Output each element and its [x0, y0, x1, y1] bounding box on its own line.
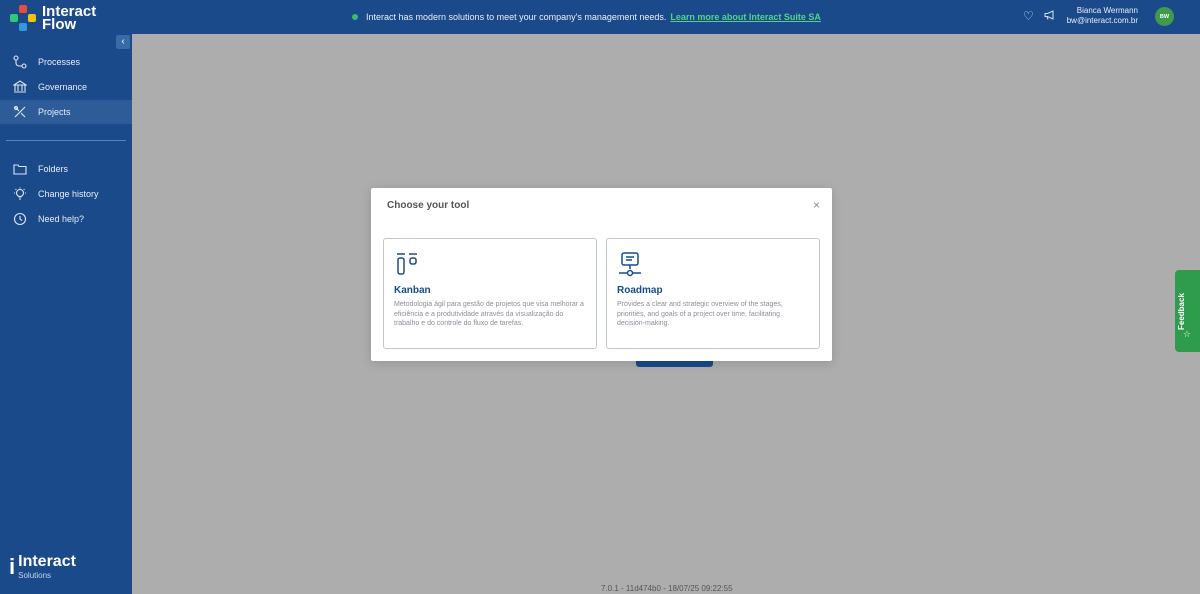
- choose-tool-modal: Choose your tool × Kanban Metodologia ág…: [371, 188, 832, 361]
- interact-solutions-logo: i Interact Solutions: [9, 553, 76, 581]
- star-icon: ☆: [1183, 329, 1192, 339]
- sidebar-item-label: Governance: [38, 82, 88, 92]
- topbar: Interact has modern solutions to meet yo…: [132, 0, 1200, 34]
- app-logo[interactable]: Interact Flow: [10, 4, 96, 32]
- version-label: 7.0.1 - 11d474b0 - 18/07/25 09:22:55: [601, 584, 733, 593]
- governance-icon: [13, 80, 27, 94]
- sidebar-item-change-history[interactable]: Change history: [0, 182, 132, 206]
- user-info[interactable]: Bianca Wermann bw@interact.com.br: [1067, 6, 1138, 26]
- sidebar-item-projects[interactable]: Projects: [0, 100, 132, 124]
- avatar[interactable]: BW: [1155, 7, 1174, 26]
- user-email: bw@interact.com.br: [1066, 16, 1138, 25]
- feedback-label: Feedback: [1177, 293, 1186, 330]
- announcement-text: Interact has modern solutions to meet yo…: [366, 12, 667, 22]
- feedback-tab[interactable]: ☆ Feedback: [1175, 270, 1200, 352]
- kanban-description: Metodologia ágil para gestão de projetos…: [394, 301, 584, 327]
- roadmap-icon: [617, 251, 809, 277]
- sidebar: Interact Flow ‹ Processes Governance Pro…: [0, 0, 132, 594]
- processes-icon: [13, 55, 27, 69]
- footer-brand: Interact: [18, 553, 76, 570]
- sidebar-item-need-help[interactable]: Need help?: [0, 207, 132, 231]
- sidebar-item-label: Processes: [38, 57, 81, 67]
- announcement-banner: Interact has modern solutions to meet yo…: [352, 0, 821, 34]
- modal-title: Choose your tool: [387, 200, 470, 211]
- folder-icon: [13, 162, 27, 176]
- projects-icon: [13, 105, 27, 119]
- sidebar-item-label: Projects: [38, 107, 71, 117]
- sidebar-item-processes[interactable]: Processes: [0, 50, 132, 74]
- collapse-sidebar-button[interactable]: ‹: [116, 35, 130, 49]
- sidebar-item-label: Change history: [38, 189, 99, 199]
- lightbulb-icon: [13, 187, 27, 201]
- sidebar-item-folders[interactable]: Folders: [0, 157, 132, 181]
- logo-icon: [10, 5, 36, 31]
- sidebar-divider: [6, 140, 126, 141]
- history-icon: [13, 212, 27, 226]
- sidebar-item-label: Need help?: [38, 214, 85, 224]
- roadmap-card[interactable]: Roadmap Provides a clear and strategic o…: [606, 238, 820, 349]
- status-dot-icon: [352, 14, 358, 20]
- kanban-icon: [394, 251, 586, 277]
- close-icon[interactable]: ×: [813, 198, 820, 212]
- footer-brand-sub: Solutions: [18, 571, 52, 580]
- roadmap-description: Provides a clear and strategic overview …: [617, 301, 783, 327]
- learn-more-link[interactable]: Learn more about Interact Suite SA: [670, 12, 821, 22]
- sidebar-item-label: Folders: [38, 164, 69, 174]
- sidebar-item-governance[interactable]: Governance: [0, 75, 132, 99]
- user-name: Bianca Wermann: [1076, 6, 1138, 15]
- heart-icon[interactable]: ♡: [1023, 9, 1034, 24]
- background-button: [636, 360, 713, 367]
- megaphone-icon[interactable]: [1044, 9, 1056, 24]
- kanban-title: Kanban: [394, 285, 431, 296]
- interact-mark-icon: i: [9, 553, 16, 579]
- roadmap-title: Roadmap: [617, 285, 663, 296]
- kanban-card[interactable]: Kanban Metodologia ágil para gestão de p…: [383, 238, 597, 349]
